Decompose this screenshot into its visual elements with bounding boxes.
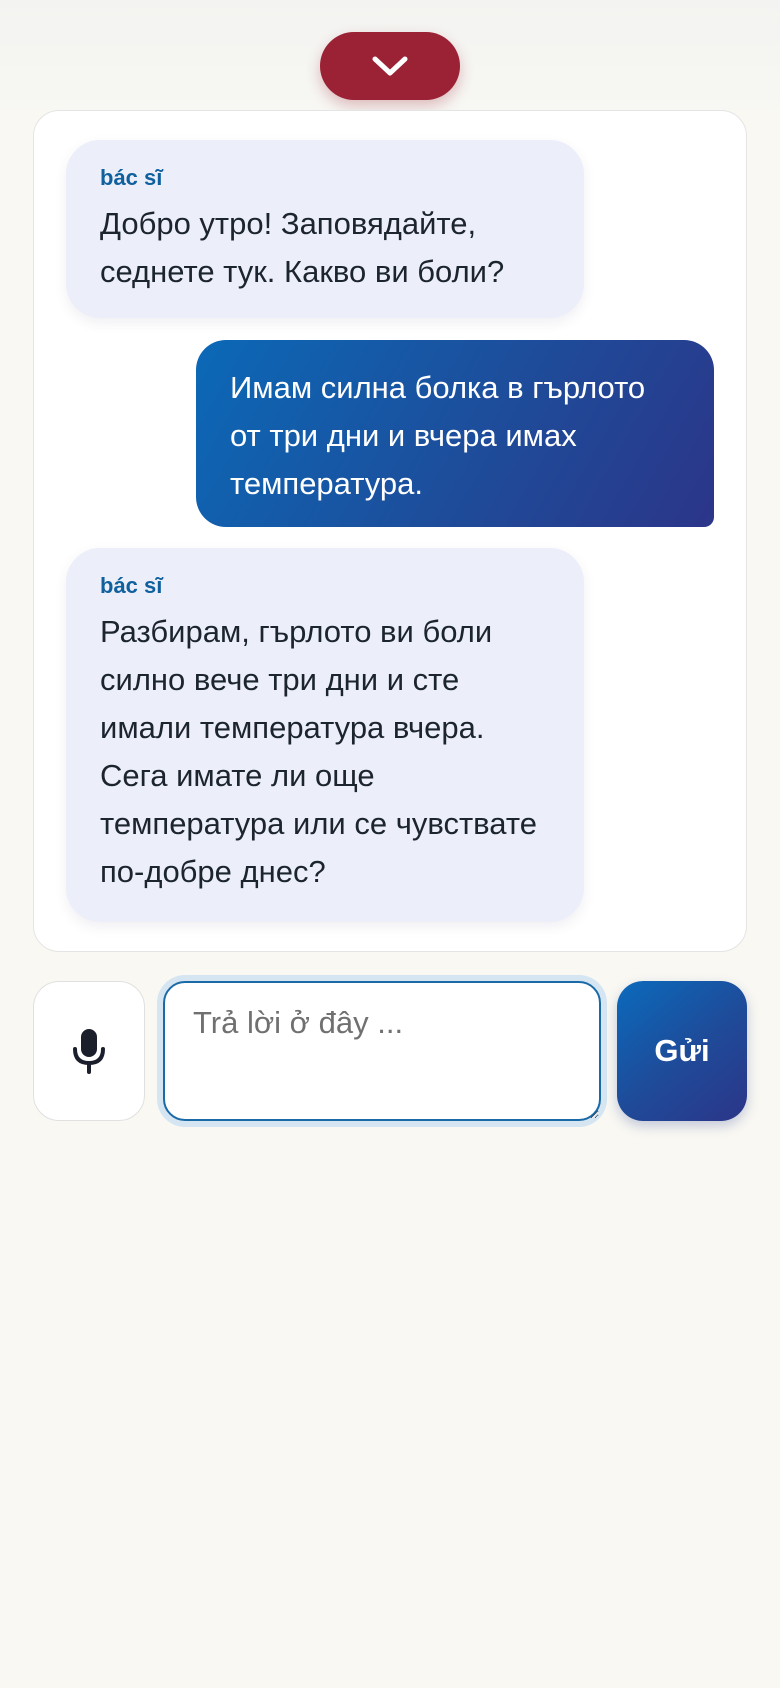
doctor-message: bác sĩ Разбирам, гърлото ви боли силно в… [66,548,584,922]
reply-input-wrapper [157,975,607,1127]
message-text: Разбирам, гърлото ви боли силно вече три… [100,614,537,889]
doctor-message: bác sĩ Добро утро! Заповядайте, седнете … [66,140,584,318]
microphone-button[interactable] [33,981,145,1121]
chevron-down-icon [372,56,408,76]
chat-panel[interactable]: bác sĩ Добро утро! Заповядайте, седнете … [33,110,747,952]
sender-label: bác sĩ [100,165,163,190]
reply-input[interactable] [163,981,601,1121]
collapse-button[interactable] [320,32,460,100]
message-text: Добро утро! Заповядайте, седнете тук. Ка… [100,206,505,289]
sender-label: bác sĩ [100,573,163,598]
user-message: Имам силна болка в гърлото от три дни и … [196,340,714,527]
send-button[interactable]: Gửi [617,981,747,1121]
message-text: Имам силна болка в гърлото от три дни и … [230,370,646,501]
microphone-icon [73,1029,105,1074]
